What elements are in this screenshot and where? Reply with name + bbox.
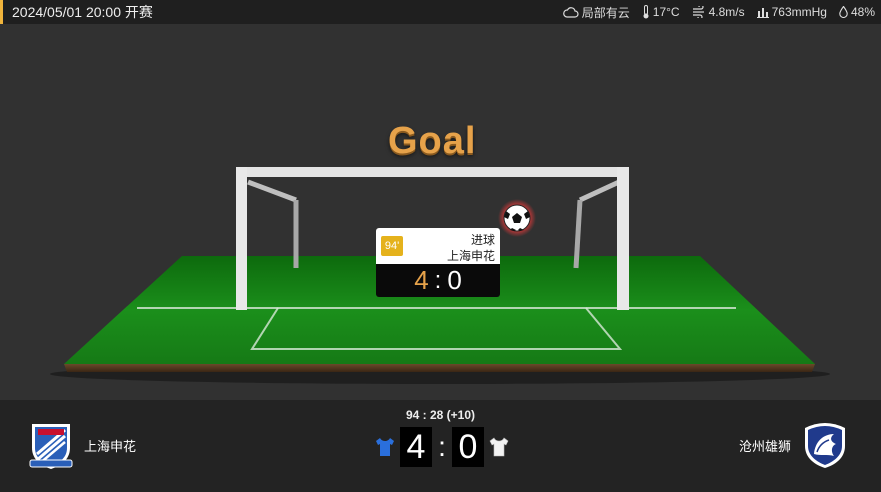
temperature-value: 17°C xyxy=(652,5,680,19)
wind-icon xyxy=(692,6,704,18)
away-score: 0 xyxy=(452,427,484,467)
soccer-ball-icon xyxy=(498,199,536,237)
weather-pressure: 763mmHg xyxy=(756,5,827,19)
goal-event-popup: 94' 进球 上海申花 4 : 0 xyxy=(376,228,500,297)
pressure-value: 763mmHg xyxy=(771,5,827,19)
score-separator: : xyxy=(438,431,446,462)
pitch-scene xyxy=(50,167,830,384)
cloud-icon xyxy=(562,7,579,18)
away-kit-icon xyxy=(489,437,509,457)
match-datetime: 2024/05/01 20:00 开赛 xyxy=(12,4,153,20)
weather-condition: 局部有云 xyxy=(562,4,630,21)
home-kit-icon xyxy=(376,438,394,456)
weather-panel: 局部有云 17°C 4.8m/s 763mmHg 48% xyxy=(562,4,875,21)
droplet-icon xyxy=(839,6,848,18)
wind-value: 4.8m/s xyxy=(708,5,745,19)
event-info: 94' 进球 上海申花 xyxy=(376,228,500,264)
humidity-value: 48% xyxy=(850,5,875,19)
event-away-score: 0 xyxy=(447,265,462,295)
home-team-name: 上海申花 xyxy=(84,438,137,454)
away-team[interactable]: 沧州雄狮 xyxy=(739,420,849,470)
main-score: 4 : 0 xyxy=(370,427,514,467)
away-team-logo-icon xyxy=(805,423,845,468)
event-score: 4 : 0 xyxy=(376,264,500,297)
weather-wind: 4.8m/s xyxy=(692,5,745,19)
event-score-separator: : xyxy=(434,266,442,294)
event-minute-badge: 94' xyxy=(381,236,403,256)
home-team-logo-icon xyxy=(29,424,73,469)
weather-condition-label: 局部有云 xyxy=(581,5,630,20)
weather-temperature: 17°C xyxy=(642,5,680,19)
goal-banner-title: Goal xyxy=(388,120,477,162)
scoreboard-bar: 94 : 28 (+10) 上海申花 4 : 0 沧州雄狮 xyxy=(0,400,881,492)
event-home-score: 4 xyxy=(414,265,429,295)
event-type-label: 进球 xyxy=(470,233,495,247)
home-score: 4 xyxy=(400,427,432,467)
match-animation-stage: Goal 94' 进球 上海申花 4 : 0 xyxy=(0,24,881,400)
thermometer-icon xyxy=(643,5,649,19)
weather-humidity: 48% xyxy=(839,5,875,19)
pressure-icon xyxy=(756,8,769,18)
home-team[interactable]: 上海申花 xyxy=(28,420,136,470)
event-team-label: 上海申花 xyxy=(446,249,495,263)
top-bar: 2024/05/01 20:00 开赛 局部有云 17°C 4.8m/s 763… xyxy=(0,0,881,24)
away-team-name: 沧州雄狮 xyxy=(738,438,791,454)
pitch-soil-edge xyxy=(64,364,815,372)
